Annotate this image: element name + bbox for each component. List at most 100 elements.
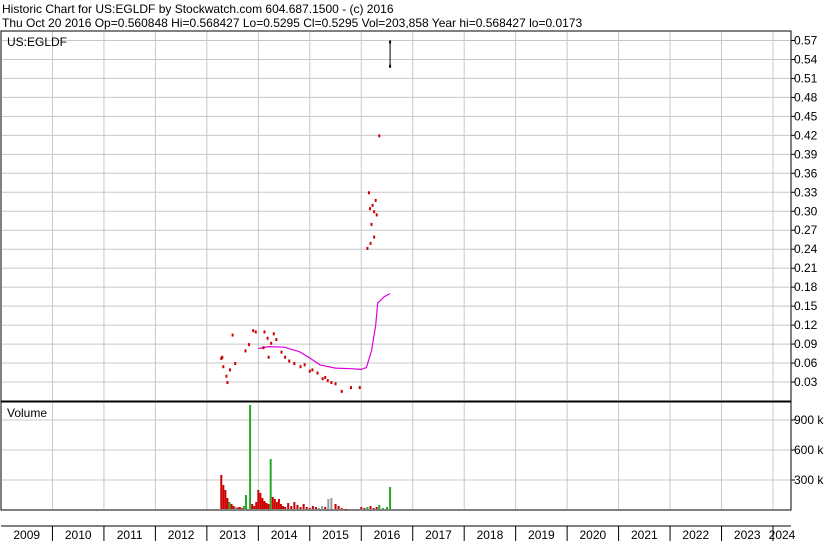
price-point (369, 241, 372, 245)
price-y-axis: 0.57 0.54 0.51 0.48 0.45 0.42 0.39 0.36 0.33 0.30… (791, 33, 818, 389)
volume-bar (287, 503, 290, 509)
price-y-tick-label: 0.42 (794, 128, 818, 142)
price-point (272, 332, 275, 336)
volume-bar (389, 487, 392, 509)
volume-bar (224, 490, 227, 509)
volume-bar (249, 405, 252, 509)
price-point (288, 359, 291, 363)
price-point (303, 363, 306, 367)
price-point (330, 381, 333, 385)
price-point (378, 134, 381, 138)
volume-bar (261, 498, 264, 509)
volume-bar (253, 506, 256, 509)
x-tick-label: 2015 (322, 528, 349, 542)
volume-bar (311, 506, 314, 509)
volume-bar (284, 507, 287, 509)
volume-bar (263, 501, 266, 509)
x-tick-label: 2012 (168, 528, 195, 542)
volume-bar (324, 507, 327, 509)
price-point (234, 362, 237, 366)
stock-chart: Historic Chart for US:EGLDF by Stockwatc… (0, 2, 824, 542)
volume-bar (265, 503, 268, 509)
volume-bar (318, 508, 321, 509)
volume-bar (271, 497, 274, 509)
price-y-tick-label: 0.39 (794, 147, 818, 161)
volume-bar (369, 506, 372, 509)
price-point (280, 350, 283, 354)
x-tick-label: 2010 (65, 528, 92, 542)
price-y-tick-label: 0.36 (794, 166, 818, 180)
volume-bar (240, 508, 243, 509)
volume-bar (234, 507, 237, 509)
volume-y-tick-label: 600 k (794, 443, 824, 457)
price-panel-title: US:EGLDF (7, 35, 67, 49)
volume-bar (273, 499, 276, 509)
volume-bar (222, 485, 225, 509)
price-point (267, 355, 270, 359)
price-y-tick-label: 0.57 (794, 33, 818, 47)
volume-bar (337, 506, 340, 509)
price-point (244, 349, 247, 353)
price-point (373, 235, 376, 239)
price-point (340, 389, 343, 393)
price-point (311, 368, 314, 372)
volume-bar (293, 502, 296, 509)
price-y-tick-label: 0.03 (794, 375, 818, 389)
price-point (222, 365, 225, 369)
price-point (229, 368, 232, 372)
price-y-tick-label: 0.12 (794, 318, 818, 332)
chart-header-line1: Historic Chart for US:EGLDF by Stockwatc… (2, 2, 394, 16)
volume-bar (242, 506, 245, 509)
price-y-tick-label: 0.30 (794, 204, 818, 218)
volume-bar (334, 504, 337, 509)
x-tick-label: 2017 (425, 528, 452, 542)
volume-bar (277, 499, 280, 509)
price-point (262, 346, 265, 350)
x-tick-label: 2022 (682, 528, 709, 542)
x-tick-label: 2020 (580, 528, 607, 542)
price-y-tick-label: 0.09 (794, 337, 818, 351)
price-point (366, 246, 369, 250)
price-point (358, 386, 361, 390)
price-point (275, 338, 278, 342)
volume-bar (366, 507, 369, 509)
price-point (334, 382, 337, 386)
x-axis: 2009 2010 2011 2012 2013 2014 2015 2016 2017 2018… (13, 526, 796, 542)
price-point (284, 355, 287, 359)
volume-bar (226, 498, 229, 509)
volume-bar (299, 507, 302, 509)
price-point (252, 329, 255, 333)
price-y-tick-label: 0.45 (794, 109, 818, 123)
price-point (293, 362, 296, 366)
price-y-tick-label: 0.51 (794, 71, 818, 85)
price-point (374, 198, 377, 202)
volume-y-tick-label: 300 k (794, 473, 824, 487)
volume-bar (279, 504, 282, 509)
volume-bar (236, 507, 239, 509)
volume-y-axis: 900 k 600 k 300 k (791, 413, 824, 487)
chart-page: Historic Chart for US:EGLDF by Stockwatc… (0, 0, 830, 543)
x-tick-label: 2024 (769, 528, 796, 542)
x-tick-label: 2021 (631, 528, 658, 542)
volume-bar (344, 509, 347, 510)
volume-bar (378, 505, 381, 509)
price-point (299, 365, 302, 369)
volume-bar (290, 506, 293, 509)
price-y-tick-label: 0.33 (794, 185, 818, 199)
price-point (231, 333, 234, 337)
volume-panel-frame (0, 401, 792, 511)
price-point (324, 375, 327, 379)
volume-bar (267, 504, 270, 509)
volume-bar (308, 508, 311, 509)
x-tick-label: 2014 (271, 528, 298, 542)
volume-bar (340, 508, 343, 509)
price-y-tick-label: 0.24 (794, 242, 818, 256)
volume-bar (381, 508, 384, 509)
volume-bar (296, 505, 299, 509)
volume-bar (372, 508, 375, 509)
volume-bar (363, 508, 366, 509)
volume-bar (244, 495, 247, 509)
x-tick-label: 2009 (13, 528, 40, 542)
x-tick-label: 2013 (219, 528, 246, 542)
price-point (316, 371, 319, 375)
